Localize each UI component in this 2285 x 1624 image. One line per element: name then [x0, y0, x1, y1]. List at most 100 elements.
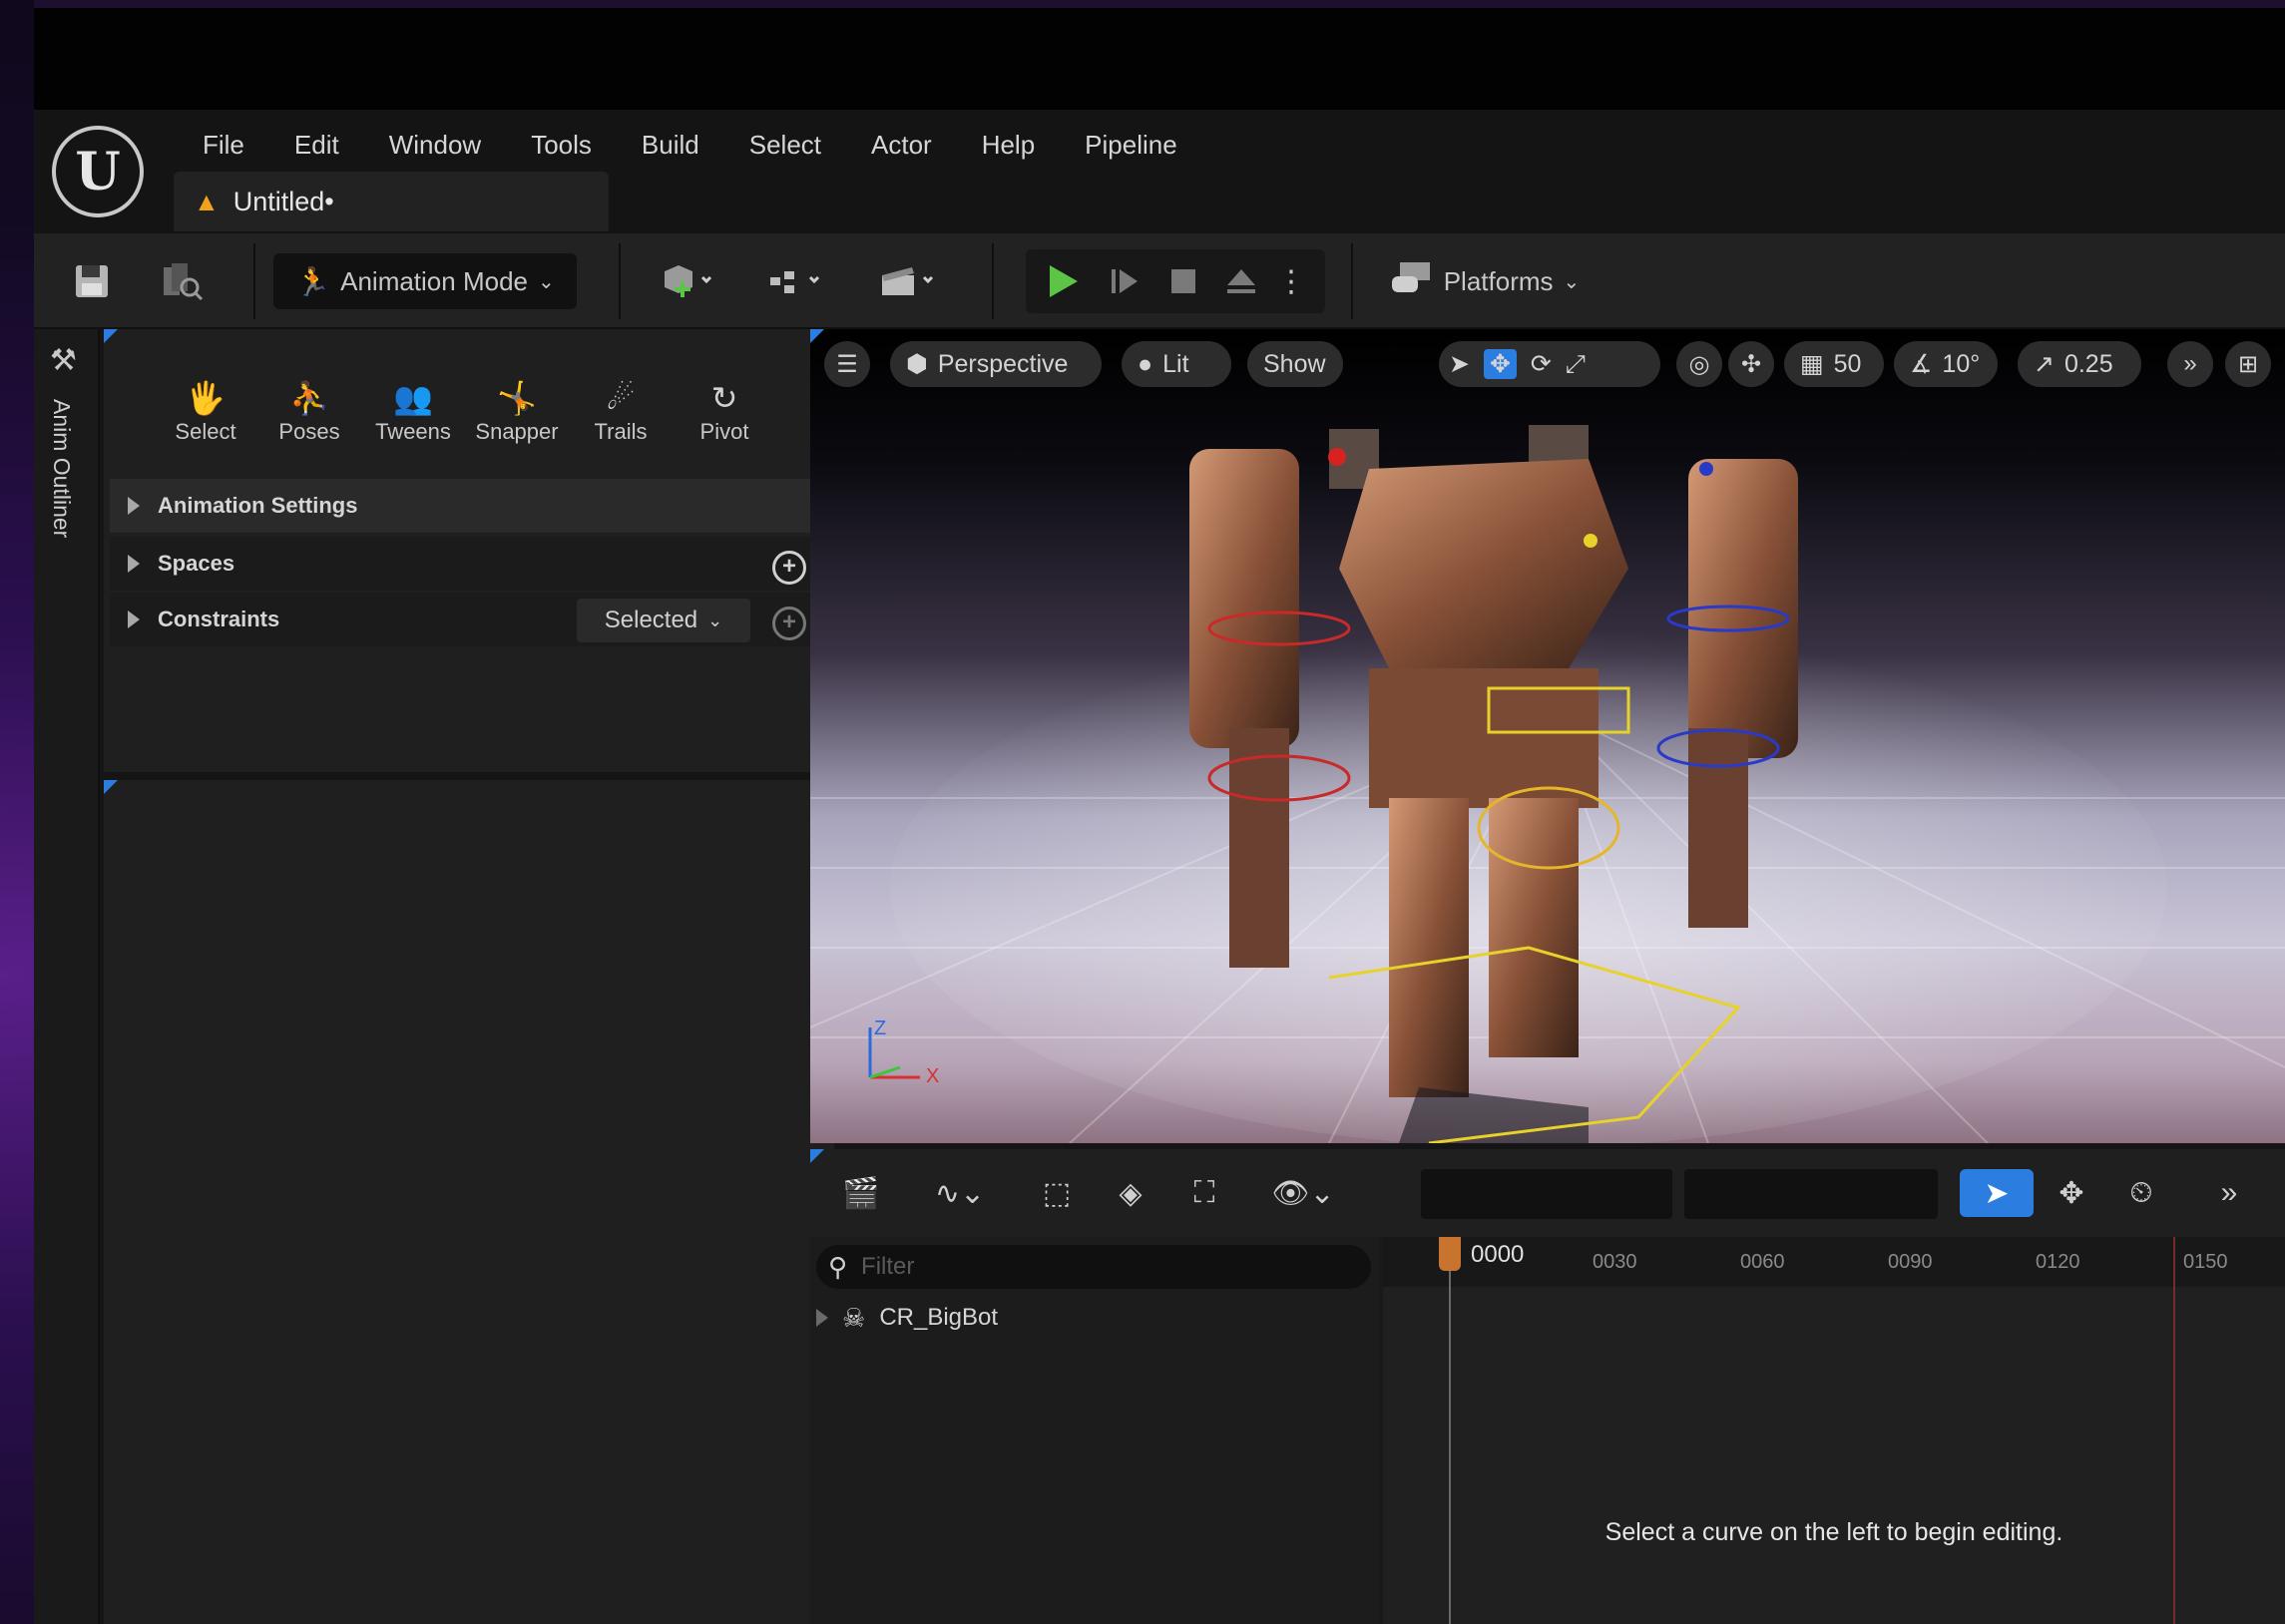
menu-help[interactable]: Help — [957, 122, 1060, 169]
section-label: Spaces — [158, 551, 235, 576]
more-options-icon[interactable]: ⋮ — [1271, 253, 1311, 309]
viewport-layout-icon[interactable]: ⊞ — [2225, 341, 2271, 387]
eject-icon[interactable] — [1213, 253, 1269, 309]
step-forward-icon[interactable] — [1098, 253, 1153, 309]
section-spaces[interactable]: Spaces — [110, 537, 828, 591]
details-panel — [104, 780, 834, 1624]
panel-corner-marker — [104, 329, 118, 343]
stop-icon[interactable] — [1155, 253, 1211, 309]
level-viewport[interactable]: Z X ☰ ⬢ Perspective ● Lit Show ➤ ✥ ⟳ ⤢ ◎… — [810, 329, 2285, 1143]
tick-label: 0150 — [2183, 1251, 2228, 1273]
track-row[interactable]: ☠ CR_BigBot — [816, 1295, 998, 1341]
playhead-frame: 0000 — [1471, 1241, 1525, 1268]
main-toolbar: 🏃 Animation Mode ⌄ ⋮ Platforms ⌄ — [34, 233, 2285, 329]
menu-tools[interactable]: Tools — [506, 122, 617, 169]
play-icon[interactable] — [1034, 253, 1090, 309]
rotation-snap-value: 10° — [1942, 349, 1981, 378]
value-field[interactable] — [1684, 1169, 1938, 1219]
toolbar-separator — [253, 243, 255, 319]
anim-outliner-tab[interactable]: Anim Outliner — [48, 399, 75, 538]
key-icon[interactable]: ◈ — [1106, 1169, 1155, 1217]
curve-editor[interactable]: 0000 0030 0060 0090 0120 0150 Select a c… — [1383, 1237, 2285, 1624]
overflow-chevron-icon[interactable]: » — [2201, 1169, 2257, 1217]
visibility-dropdown-icon[interactable]: 👁⌄ — [1263, 1169, 1343, 1217]
menu-pipeline[interactable]: Pipeline — [1060, 122, 1202, 169]
menu-build[interactable]: Build — [617, 122, 724, 169]
grid-icon: ▦ — [1800, 350, 1824, 378]
tool-tab-label: Pivot — [699, 419, 749, 444]
curve-dropdown-icon[interactable]: ∿⌄ — [920, 1169, 1000, 1217]
menu-file[interactable]: File — [178, 122, 269, 169]
select-cursor-icon[interactable]: ➤ — [1960, 1169, 2034, 1217]
tool-tab-pivot[interactable]: ↻ Pivot — [673, 379, 776, 445]
transform-keys-icon[interactable]: ✥ — [2044, 1169, 2099, 1217]
expand-arrow-icon — [128, 497, 140, 515]
tick-label: 0090 — [1888, 1251, 1933, 1273]
world-local-icon[interactable]: ◎ — [1676, 341, 1722, 387]
track-list: ⚲ ☠ CR_BigBot — [810, 1237, 1379, 1624]
cube-icon: ⬢ — [906, 350, 928, 378]
tool-tab-trails[interactable]: ☄ Trails — [569, 379, 673, 445]
playhead-handle[interactable] — [1439, 1237, 1461, 1271]
chevron-down-icon: ⌄ — [538, 270, 555, 293]
axis-z-label: Z — [874, 1017, 887, 1039]
anim-outliner-strip: ⚒ Anim Outliner — [34, 329, 100, 1624]
tool-tab-tweens[interactable]: 👥 Tweens — [361, 379, 465, 445]
cinematics-dropdown[interactable] — [866, 253, 950, 309]
section-animation-settings[interactable]: Animation Settings — [110, 479, 828, 533]
search-icon: ⚲ — [828, 1251, 848, 1282]
perspective-dropdown[interactable]: ⬢ Perspective — [890, 341, 1102, 387]
animation-mode-label: Animation Mode — [340, 265, 528, 296]
running-figure-icon: 🏃 — [295, 265, 331, 297]
clapper-icon[interactable]: 🎬 — [836, 1169, 886, 1217]
tool-tab-poses[interactable]: ⛹ Poses — [257, 379, 361, 445]
tool-tab-snapper[interactable]: 🤸 Snapper — [465, 379, 569, 445]
translate-icon[interactable]: ✥ — [1483, 349, 1517, 379]
document-tab[interactable]: ▲ Untitled• — [174, 172, 609, 231]
rotation-snap-toggle[interactable]: ∡ 10° — [1894, 341, 1998, 387]
menu-select[interactable]: Select — [724, 122, 846, 169]
empty-editor-message: Select a curve on the left to begin edit… — [1604, 1518, 2063, 1546]
browse-content-icon[interactable] — [154, 253, 210, 309]
platforms-dropdown[interactable]: Platforms ⌄ — [1375, 253, 1595, 309]
show-dropdown[interactable]: Show — [1247, 341, 1343, 387]
blueprint-dropdown[interactable] — [754, 253, 838, 309]
perspective-label: Perspective — [937, 349, 1069, 378]
add-constraint-icon[interactable]: + — [772, 607, 806, 640]
toolbar-separator — [1351, 243, 1353, 319]
scale-snap-toggle[interactable]: ↗ 0.25 — [2018, 341, 2141, 387]
animation-mode-dropdown[interactable]: 🏃 Animation Mode ⌄ — [273, 253, 577, 309]
grid-snap-toggle[interactable]: ▦ 50 — [1784, 341, 1884, 387]
menu-actor[interactable]: Actor — [846, 122, 957, 169]
expand-arrow-icon — [128, 610, 140, 628]
save-icon[interactable] — [64, 253, 120, 309]
constraints-filter-dropdown[interactable]: Selected ⌄ — [577, 599, 750, 642]
rotate-icon[interactable]: ⟳ — [1531, 349, 1552, 379]
surface-snap-icon[interactable]: ✣ — [1728, 341, 1774, 387]
unreal-logo[interactable]: U — [52, 126, 144, 217]
show-label: Show — [1263, 349, 1326, 378]
frame-icon[interactable]: ⛶ — [1179, 1169, 1229, 1217]
scale-icon[interactable]: ⤢ — [1566, 350, 1586, 379]
editor-window: U File Edit Window Tools Build Select Ac… — [34, 0, 2285, 1624]
tick-label: 0060 — [1740, 1251, 1785, 1273]
tool-tab-select[interactable]: 🖐 Select — [154, 379, 257, 445]
select-arrow-icon[interactable]: ➤ — [1449, 349, 1470, 379]
current-time-field[interactable] — [1421, 1169, 1672, 1219]
hamburger-menu-icon[interactable]: ☰ — [824, 341, 870, 387]
section-label: Animation Settings — [158, 493, 358, 518]
menu-edit[interactable]: Edit — [269, 122, 364, 169]
timeline-ruler[interactable]: 0000 0030 0060 0090 0120 0150 — [1383, 1237, 2285, 1287]
add-actor-button[interactable] — [645, 253, 728, 309]
tool-tab-label: Snapper — [475, 419, 559, 444]
overflow-chevron-icon[interactable]: » — [2167, 341, 2213, 387]
filter-input[interactable] — [861, 1253, 1321, 1281]
select-keys-icon[interactable]: ⬚ — [1032, 1169, 1082, 1217]
retime-icon[interactable]: ⏲ — [2113, 1169, 2169, 1217]
add-space-icon[interactable]: + — [772, 551, 806, 585]
lit-dropdown[interactable]: ● Lit — [1122, 341, 1231, 387]
lit-label: Lit — [1162, 349, 1189, 378]
hammer-icon[interactable]: ⚒ — [50, 343, 77, 378]
menu-window[interactable]: Window — [364, 122, 506, 169]
viewport-scene — [810, 425, 2285, 1143]
